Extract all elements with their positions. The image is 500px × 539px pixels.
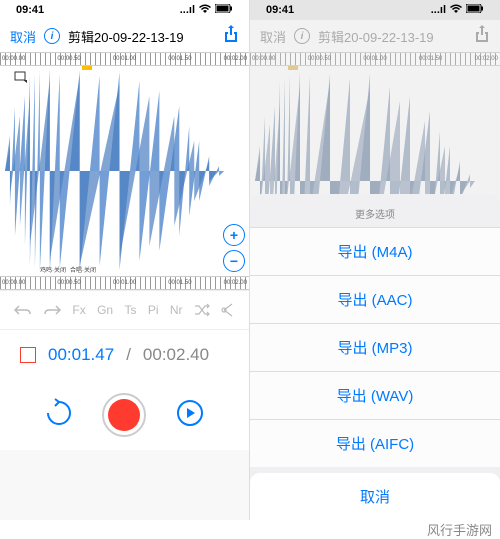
nav-bar: 取消 i 剪辑20-09-22-13-19 [0, 20, 249, 52]
ruler-bottom[interactable]: 00:00.00 00:00.50 00:01.00 00:01.50 00:0… [0, 276, 249, 290]
dual-screens: 09:41 ...ıl 取消 i 剪辑20-09-22-13-19 [0, 0, 500, 520]
screen-left: 09:41 ...ıl 取消 i 剪辑20-09-22-13-19 [0, 0, 250, 520]
status-time: 09:41 [266, 4, 294, 16]
record-inner-icon [108, 399, 140, 431]
time-current: 00:01.47 [48, 345, 114, 365]
ruler-label: 00:01.00 [113, 280, 136, 286]
sheet-title: 更多选项 [250, 200, 500, 227]
ruler-label: 00:00.50 [57, 56, 80, 62]
rewind-button[interactable] [44, 398, 74, 433]
ts-button[interactable]: Ts [124, 303, 136, 317]
export-aac-button[interactable]: 导出 (AAC) [250, 275, 500, 323]
nr-button[interactable]: Nr [170, 303, 183, 317]
signal-icon: ...ıl [180, 4, 195, 16]
nav-bar: 取消 i 剪辑20-09-22-13-19 [250, 20, 500, 52]
signal-icon: ...ıl [431, 4, 446, 16]
fx-button[interactable]: Fx [72, 303, 85, 317]
undo-icon[interactable] [14, 303, 32, 317]
editing-title: 剪辑20-09-22-13-19 [318, 27, 434, 46]
ruler-top: 00:00.00 00:00.50 00:01.00 00:01.50 00:0… [250, 52, 500, 66]
gn-button[interactable]: Gn [97, 303, 113, 317]
ruler-label: 00:00.00 [252, 56, 275, 62]
sheet-cancel-button[interactable]: 取消 [250, 473, 500, 520]
time-display: 00:01.47 / 00:02.40 [0, 330, 249, 380]
zoom-out-button[interactable]: − [223, 250, 245, 272]
wave-label: 鸡鸣·关闭 [40, 265, 66, 274]
shuffle-icon[interactable] [194, 303, 210, 317]
time-separator: / [126, 345, 131, 365]
wifi-icon [450, 4, 462, 16]
export-mp3-button[interactable]: 导出 (MP3) [250, 323, 500, 371]
status-right: ...ıl [431, 4, 484, 16]
ruler-top[interactable]: 00:00.00 00:00.50 00:01.00 00:01.50 00:0… [0, 52, 249, 66]
ruler-label: 00:02.00 [475, 56, 498, 62]
stop-button[interactable] [20, 347, 36, 363]
ruler-label: 00:01.00 [363, 56, 386, 62]
waveform [0, 66, 249, 276]
export-aifc-button[interactable]: 导出 (AIFC) [250, 419, 500, 467]
status-right: ...ıl [180, 4, 233, 16]
record-button[interactable] [102, 393, 146, 437]
transport-controls [0, 380, 249, 450]
footer-watermark: 风行手游网 [427, 520, 492, 538]
ruler-label: 00:01.50 [168, 280, 191, 286]
info-icon: i [294, 28, 310, 44]
editing-title: 剪辑20-09-22-13-19 [68, 27, 184, 46]
share-icon [474, 25, 490, 48]
crop-icon[interactable] [221, 303, 235, 317]
cancel-button: 取消 [260, 27, 286, 46]
ruler-label: 00:01.50 [419, 56, 442, 62]
play-button[interactable] [175, 398, 205, 433]
cancel-button[interactable]: 取消 [10, 27, 36, 46]
wave-label: 合唱·关闭 [70, 265, 96, 274]
battery-icon [215, 4, 233, 16]
ruler-label: 00:00.00 [2, 280, 25, 286]
ruler-label: 00:02.00 [224, 280, 247, 286]
redo-icon[interactable] [43, 303, 61, 317]
export-wav-button[interactable]: 导出 (WAV) [250, 371, 500, 419]
ruler-label: 00:01.00 [113, 56, 136, 62]
time-total: 00:02.40 [143, 345, 209, 365]
info-icon[interactable]: i [44, 28, 60, 44]
wave-labels: 鸡鸣·关闭 合唱·关闭 [40, 265, 96, 274]
zoom-in-button[interactable]: + [223, 224, 245, 246]
status-bar: 09:41 ...ıl [0, 0, 249, 20]
action-sheet: 更多选项 导出 (M4A) 导出 (AAC) 导出 (MP3) 导出 (WAV)… [250, 194, 500, 520]
export-m4a-button[interactable]: 导出 (M4A) [250, 227, 500, 275]
wifi-icon [199, 4, 211, 16]
status-bar: 09:41 ...ıl [250, 0, 500, 20]
share-icon[interactable] [223, 25, 239, 48]
ruler-label: 00:02.00 [224, 56, 247, 62]
battery-icon [466, 4, 484, 16]
screen-right: 09:41 ...ıl 取消 i 剪辑20-09-22-13-19 [250, 0, 500, 520]
status-time: 09:41 [16, 4, 44, 16]
ruler-label: 00:01.50 [168, 56, 191, 62]
ruler-label: 00:00.50 [308, 56, 331, 62]
pi-button[interactable]: Pi [148, 303, 159, 317]
waveform-area[interactable]: 鸡鸣·关闭 合唱·关闭 + − [0, 66, 249, 276]
toolbar: Fx Gn Ts Pi Nr [0, 290, 249, 330]
ruler-label: 00:00.00 [2, 56, 25, 62]
ruler-label: 00:00.50 [57, 280, 80, 286]
